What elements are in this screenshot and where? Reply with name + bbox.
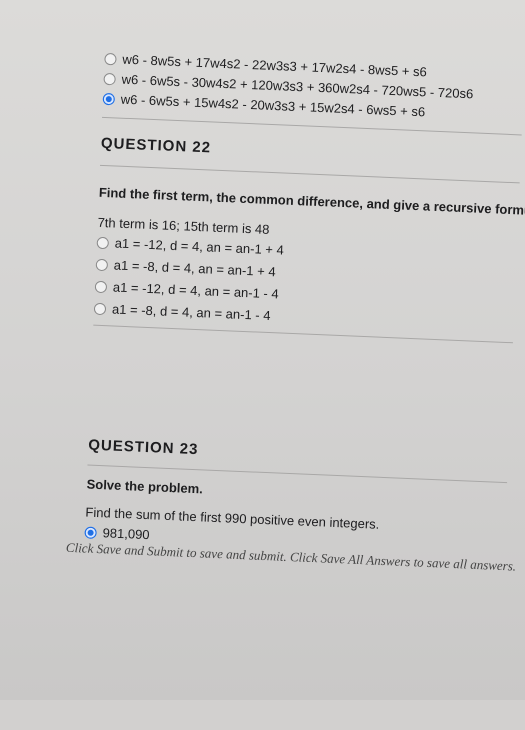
q22-heading: QUESTION 22 xyxy=(100,134,212,157)
q22-option-2-label: a1 = -8, d = 4, an = an-1 + 4 xyxy=(113,257,276,280)
q22-option-3[interactable]: a1 = -12, d = 4, an = an-1 - 4 xyxy=(94,279,279,303)
q22-option-1-label: a1 = -12, d = 4, an = an-1 + 4 xyxy=(114,235,285,258)
q23-heading: QUESTION 23 xyxy=(87,436,199,459)
q22-given: 7th term is 16; 15th term is 48 xyxy=(97,214,270,237)
q22-radio-4[interactable] xyxy=(93,302,107,316)
divider xyxy=(93,324,513,344)
q21-radio-2[interactable] xyxy=(103,72,116,86)
q22-option-3-label: a1 = -12, d = 4, an = an-1 - 4 xyxy=(112,279,279,302)
q23-radio-1[interactable] xyxy=(84,526,97,539)
divider xyxy=(99,164,520,184)
screen: w6 - 8w5s + 17w4s2 - 22w3s3 + 17w2s4 - 8… xyxy=(0,0,525,700)
q22-radio-1[interactable] xyxy=(96,236,110,250)
divider xyxy=(102,116,522,136)
q22-option-4[interactable]: a1 = -8, d = 4, an = an-1 - 4 xyxy=(93,301,271,324)
quiz-page: w6 - 8w5s + 17w4s2 - 22w3s3 + 17w2s4 - 8… xyxy=(0,20,525,723)
q22-option-1[interactable]: a1 = -12, d = 4, an = an-1 + 4 xyxy=(96,235,284,259)
q22-radio-2[interactable] xyxy=(95,258,109,272)
q22-option-4-label: a1 = -8, d = 4, an = an-1 - 4 xyxy=(111,301,271,324)
q21-radio-1[interactable] xyxy=(104,52,117,66)
footer-instructions: Click Save and Submit to save and submit… xyxy=(65,539,517,574)
q21-radio-3-selected[interactable] xyxy=(102,92,116,106)
q23-option-1-label: 981,090 xyxy=(102,525,150,543)
q22-option-2[interactable]: a1 = -8, d = 4, an = an-1 + 4 xyxy=(95,257,276,281)
q23-instruction: Solve the problem. xyxy=(86,476,204,497)
q22-radio-3[interactable] xyxy=(94,280,108,294)
